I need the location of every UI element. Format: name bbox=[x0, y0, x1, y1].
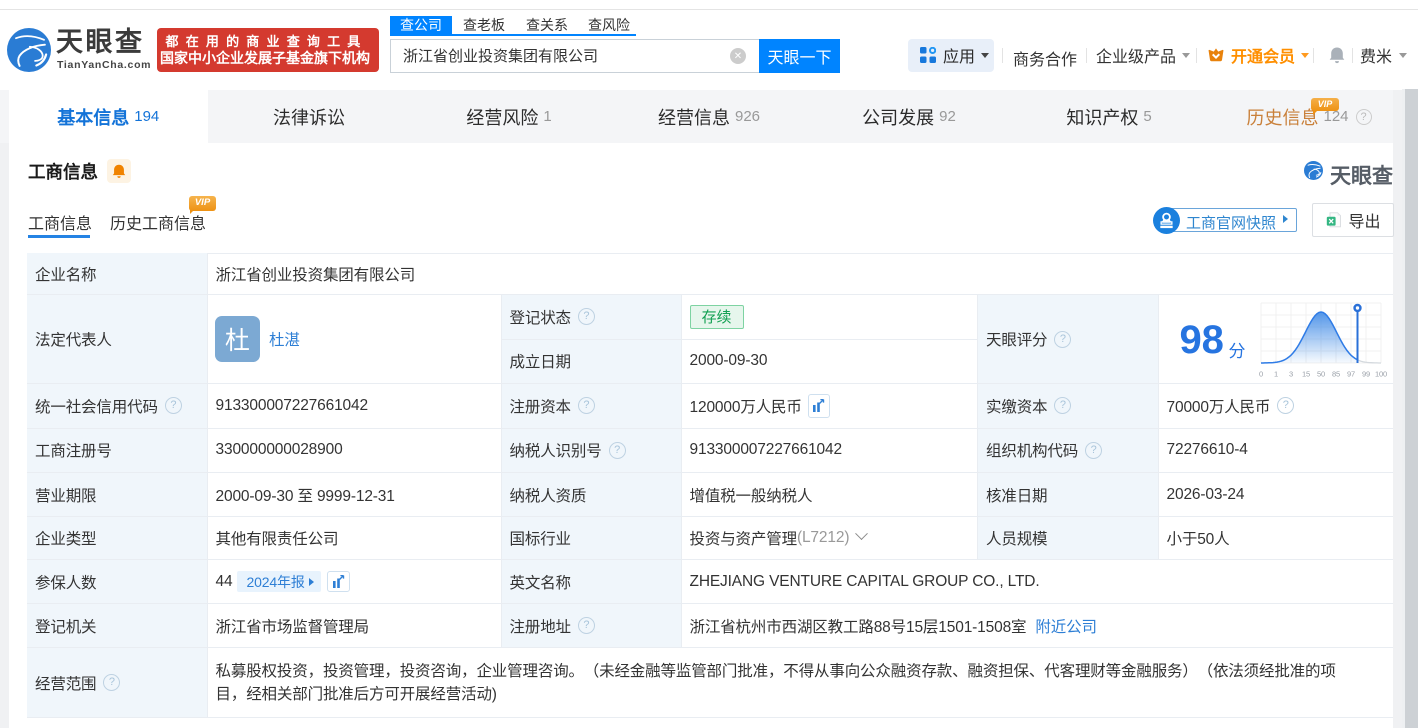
svg-text:50: 50 bbox=[1316, 370, 1324, 379]
svg-text:0: 0 bbox=[1258, 370, 1262, 379]
svg-text:3: 3 bbox=[1288, 370, 1292, 379]
svg-text:97: 97 bbox=[1346, 370, 1354, 379]
svg-text:85: 85 bbox=[1331, 370, 1339, 379]
svg-text:100: 100 bbox=[1374, 370, 1386, 379]
svg-text:15: 15 bbox=[1301, 370, 1309, 379]
svg-text:1: 1 bbox=[1273, 370, 1277, 379]
svg-text:99: 99 bbox=[1361, 370, 1369, 379]
